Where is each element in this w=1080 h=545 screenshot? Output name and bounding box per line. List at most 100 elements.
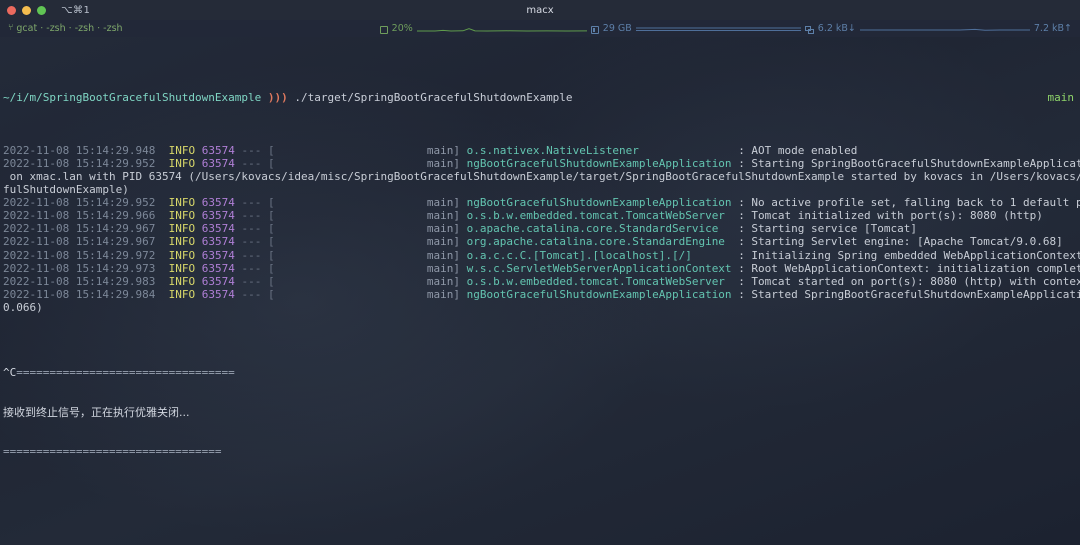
log-message: : Root WebApplicationContext: initializa… (738, 261, 1080, 275)
log-level: INFO (168, 261, 202, 275)
log-bracket-open: [ (267, 287, 427, 301)
shutdown-rule-1: ^C================================= (0, 366, 1080, 379)
log-line: 2022-11-08 15:14:29.972 INFO 63574 --- [… (0, 249, 1080, 262)
log-message: : No active profile set, falling back to… (738, 196, 1080, 210)
log-thread: main] (426, 261, 461, 275)
log-logger: w.s.c.ServletWebServerApplicationContext (460, 261, 739, 275)
log-thread: main] (426, 248, 461, 262)
log-pid: 63574 (201, 196, 235, 210)
network-down-label: 6.2 kB↓ (817, 23, 856, 34)
log-pid: 63574 (201, 235, 235, 249)
log-line: 2022-11-08 15:14:29.952 INFO 63574 --- [… (0, 196, 1080, 209)
log-message: : Starting SpringBootGracefulShutdownExa… (738, 156, 1080, 170)
network-indicator[interactable]: 6.2 kB↓ 7.2 kB↑ (804, 23, 1072, 34)
log-wrap-text: on xmac.lan with PID 63574 (/Users/kovac… (9, 169, 1080, 183)
log-message: : Started SpringBootGracefulShutdownExam… (738, 287, 1080, 301)
log-timestamp: 2022-11-08 15:14:29.952 (3, 156, 169, 170)
log-line: 2022-11-08 15:14:29.983 INFO 63574 --- [… (0, 275, 1080, 288)
log-message: : Initializing Spring embedded WebApplic… (738, 248, 1080, 262)
cpu-sparkline (416, 27, 587, 32)
log-line: 2022-11-08 15:14:29.966 INFO 63574 --- [… (0, 209, 1080, 222)
log-thread: main] (426, 274, 461, 288)
zoom-button[interactable] (37, 5, 46, 15)
memory-indicator[interactable]: 29 GB (590, 23, 801, 34)
log-thread: main] (426, 196, 461, 210)
log-level: INFO (168, 196, 202, 210)
log-bracket-open: [ (267, 143, 427, 157)
window-shortcut-label: ⌥⌘1 (61, 4, 91, 16)
log-message: : Starting service [Tomcat] (738, 222, 917, 236)
log-pid: 63574 (201, 222, 235, 236)
log-timestamp: 2022-11-08 15:14:29.973 (3, 261, 169, 275)
log-level: INFO (168, 248, 202, 262)
log-thread: main] (426, 222, 461, 236)
log-line: 2022-11-08 15:14:29.973 INFO 63574 --- [… (0, 262, 1080, 275)
log-line: 2022-11-08 15:14:29.967 INFO 63574 --- [… (0, 235, 1080, 248)
log-timestamp: 2022-11-08 15:14:29.948 (3, 143, 169, 157)
window-title: macx (526, 4, 554, 16)
log-logger: o.a.c.c.C.[Tomcat].[localhost].[/] (460, 248, 739, 262)
log-level: INFO (168, 209, 202, 223)
log-line: 2022-11-08 15:14:29.952 INFO 63574 --- [… (0, 157, 1080, 170)
prompt-cwd: ~/i/m/SpringBootGracefulShutdownExample (3, 91, 262, 105)
session-tabs[interactable]: ⑂ gcat ⋅ -zsh ⋅ -zsh ⋅ -zsh (8, 23, 123, 34)
log-line: 2022-11-08 15:14:29.984 INFO 63574 --- [… (0, 288, 1080, 301)
log-separator: --- (234, 209, 268, 223)
log-bracket-open: [ (267, 248, 427, 262)
log-separator: --- (234, 222, 268, 236)
network-icon (804, 25, 814, 34)
log-line: 2022-11-08 15:14:29.948 INFO 63574 --- [… (0, 144, 1080, 157)
log-level: INFO (168, 156, 202, 170)
log-message: : AOT mode enabled (738, 143, 858, 157)
memory-sparkline (635, 27, 801, 31)
log-separator: --- (234, 274, 268, 288)
log-bracket-open: [ (267, 235, 427, 249)
session-tabs-label: gcat ⋅ -zsh ⋅ -zsh ⋅ -zsh (16, 23, 123, 34)
log-pid: 63574 (201, 209, 235, 223)
log-thread: main] (426, 209, 461, 223)
log-logger: o.apache.catalina.core.StandardService (460, 222, 739, 236)
log-timestamp: 2022-11-08 15:14:29.984 (3, 287, 169, 301)
log-pid: 63574 (201, 274, 235, 288)
log-logger: ngBootGracefulShutdownExampleApplication (460, 196, 739, 210)
log-wrap-line: on xmac.lan with PID 63574 (/Users/kovac… (0, 170, 1080, 183)
log-timestamp: 2022-11-08 15:14:29.972 (3, 248, 169, 262)
log-message: : Tomcat initialized with port(s): 8080 … (738, 209, 1043, 223)
session-icon: ⑂ (8, 23, 14, 33)
log-separator: --- (234, 248, 268, 262)
cpu-indicator[interactable]: 20% (379, 23, 587, 34)
shutdown-message-1: 接收到终止信号，正在执行优雅关闭... (3, 405, 190, 419)
log-logger: o.s.b.w.embedded.tomcat.TomcatWebServer (460, 209, 739, 223)
log-wrap-text: fulShutdownExample) (3, 183, 129, 197)
command-text-1: ./target/SpringBootGracefulShutdownExamp… (294, 91, 573, 105)
network-up-label: 7.2 kB↑ (1033, 23, 1072, 34)
log-level: INFO (168, 274, 202, 288)
log-thread: main] (426, 235, 461, 249)
status-bar: ⑂ gcat ⋅ -zsh ⋅ -zsh ⋅ -zsh 20% 29 GB 6.… (0, 20, 1080, 37)
log-wrap-line: fulShutdownExample) (0, 183, 1080, 196)
log-thread: main] (426, 143, 461, 157)
ctrl-c-label-1: ^C (3, 366, 17, 380)
log-separator: --- (234, 261, 268, 275)
rule-text-1: ================================= (16, 366, 235, 380)
log-thread: main] (426, 156, 461, 170)
close-button[interactable] (7, 5, 16, 15)
network-sparkline (859, 28, 1030, 31)
log-pid: 63574 (201, 261, 235, 275)
log-wrap-text: 0.066) (3, 300, 43, 314)
log-bracket-open: [ (267, 196, 427, 210)
terminal-output[interactable]: ~/i/m/SpringBootGracefulShutdownExample … (0, 37, 1080, 545)
log-level: INFO (168, 222, 202, 236)
log-pid: 63574 (201, 156, 235, 170)
log-timestamp: 2022-11-08 15:14:29.983 (3, 274, 169, 288)
prompt-line-1[interactable]: ~/i/m/SpringBootGracefulShutdownExample … (0, 91, 1080, 104)
minimize-button[interactable] (22, 5, 31, 15)
log-logger: ngBootGracefulShutdownExampleApplication (460, 156, 739, 170)
log-separator: --- (234, 196, 268, 210)
log-thread: main] (426, 287, 461, 301)
log-bracket-open: [ (267, 209, 427, 223)
log-timestamp: 2022-11-08 15:14:29.967 (3, 222, 169, 236)
log-pid: 63574 (201, 287, 235, 301)
log-message: : Tomcat started on port(s): 8080 (http)… (738, 274, 1080, 288)
